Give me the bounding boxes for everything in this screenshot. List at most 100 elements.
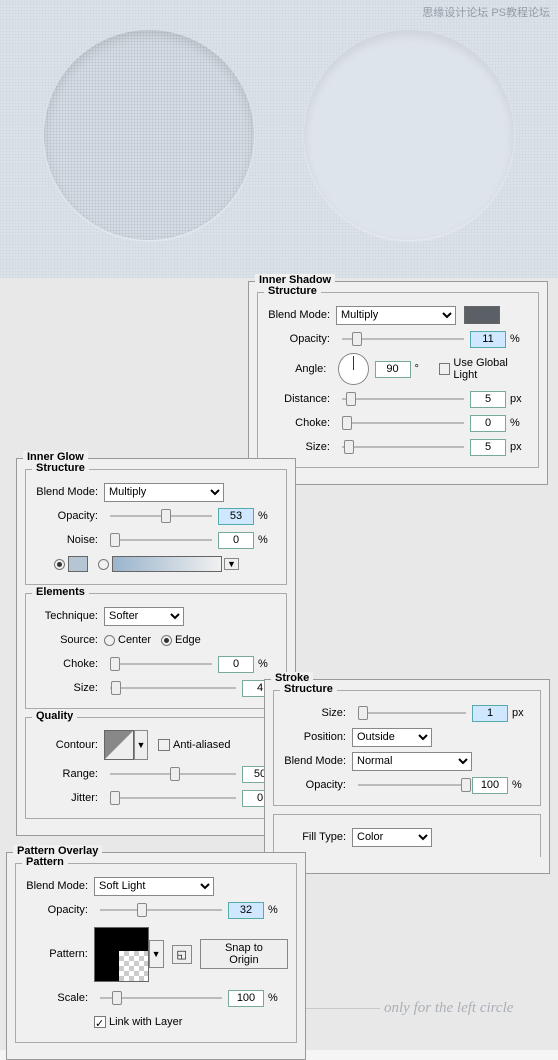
angle-input[interactable] (375, 361, 411, 378)
size-input[interactable] (472, 705, 508, 722)
size-slider[interactable] (358, 704, 466, 722)
opacity-slider[interactable] (110, 507, 212, 525)
inner-glow-quality: Quality Contour: ▼ Anti-aliased Range: J… (25, 717, 287, 819)
opacity-input[interactable] (218, 508, 254, 525)
inner-glow-panel: Inner Glow Structure Blend Mode: Multipl… (16, 458, 296, 836)
opacity-label: Opacity: (282, 779, 352, 791)
distance-label: Distance: (266, 393, 336, 405)
new-preset-button[interactable]: ◱ (172, 945, 192, 964)
color-swatch[interactable] (68, 556, 88, 572)
circle-left (44, 30, 254, 240)
size-slider[interactable] (110, 679, 236, 697)
pattern-overlay-pattern: Pattern Blend Mode: Soft Light Opacity: … (15, 863, 297, 1043)
distance-input[interactable] (470, 391, 506, 408)
scale-label: Scale: (24, 992, 94, 1004)
range-slider[interactable] (110, 765, 236, 783)
blend-mode-select[interactable]: Multiply (104, 483, 224, 502)
opacity-input[interactable] (470, 331, 506, 348)
opacity-slider[interactable] (342, 330, 464, 348)
pattern-label: Pattern: (24, 948, 94, 960)
lower-area: Inner Shadow Structure Blend Mode: Multi… (0, 278, 558, 1050)
gradient-radio[interactable] (98, 559, 109, 570)
gradient-picker[interactable] (112, 556, 222, 572)
angle-label: Angle: (266, 363, 332, 375)
jitter-slider[interactable] (110, 789, 236, 807)
size-label: Size: (34, 682, 104, 694)
stroke-panel: Stroke Structure Size: px Position: Outs… (264, 679, 550, 874)
inner-shadow-panel: Inner Shadow Structure Blend Mode: Multi… (248, 281, 548, 485)
chevron-down-icon[interactable]: ▼ (224, 558, 239, 570)
opacity-input[interactable] (472, 777, 508, 794)
chevron-down-icon[interactable]: ▼ (149, 940, 164, 968)
size-slider[interactable] (342, 438, 464, 456)
callout-line (306, 1008, 380, 1009)
source-label: Source: (34, 634, 104, 646)
filltype-select[interactable]: Color (352, 828, 432, 847)
choke-input[interactable] (470, 415, 506, 432)
opacity-slider[interactable] (100, 901, 222, 919)
fieldset-title: Quality (32, 710, 77, 722)
opacity-input[interactable] (228, 902, 264, 919)
preview-area: 思缘设计论坛 PS教程论坛 (0, 0, 558, 278)
opacity-label: Opacity: (266, 333, 336, 345)
jitter-label: Jitter: (34, 792, 104, 804)
blend-mode-select[interactable]: Multiply (336, 306, 456, 325)
color-radio[interactable] (54, 559, 65, 570)
blend-mode-select[interactable]: Normal (352, 752, 472, 771)
filltype-label: Fill Type: (282, 831, 352, 843)
fieldset-title: Structure (32, 462, 89, 474)
distance-slider[interactable] (342, 390, 464, 408)
contour-picker[interactable] (104, 730, 134, 760)
technique-label: Technique: (34, 610, 104, 622)
px: px (510, 441, 530, 453)
source-edge-radio[interactable] (161, 635, 172, 646)
stroke-structure: Structure Size: px Position: Outside Ble… (273, 690, 541, 806)
fieldset-title: Structure (280, 683, 337, 695)
pattern-picker[interactable] (94, 927, 149, 982)
blend-mode-label: Blend Mode: (282, 755, 352, 767)
blend-mode-label: Blend Mode: (24, 880, 94, 892)
scale-slider[interactable] (100, 989, 222, 1007)
choke-slider[interactable] (342, 414, 464, 432)
deg: ° (415, 363, 434, 375)
choke-slider[interactable] (110, 655, 212, 673)
antialiased-label: Anti-aliased (173, 739, 230, 751)
fieldset-title: Elements (32, 586, 89, 598)
link-layer-checkbox[interactable]: ✓ (94, 1016, 106, 1028)
noise-label: Noise: (34, 534, 104, 546)
choke-label: Choke: (266, 417, 336, 429)
watermark: 思缘设计论坛 PS教程论坛 (422, 4, 550, 20)
size-label: Size: (282, 707, 352, 719)
noise-input[interactable] (218, 532, 254, 549)
blend-mode-label: Blend Mode: (34, 486, 104, 498)
global-light-checkbox[interactable] (439, 363, 450, 375)
size-input[interactable] (470, 439, 506, 456)
range-label: Range: (34, 768, 104, 780)
noise-slider[interactable] (110, 531, 212, 549)
stroke-fill: Fill Type: Color (273, 814, 541, 857)
px: px (510, 393, 530, 405)
opacity-slider[interactable] (358, 776, 466, 794)
opacity-label: Opacity: (24, 904, 94, 916)
choke-input[interactable] (218, 656, 254, 673)
source-center-radio[interactable] (104, 635, 115, 646)
fieldset-title: Pattern (22, 856, 68, 868)
position-label: Position: (282, 731, 352, 743)
color-swatch[interactable] (464, 306, 500, 324)
technique-select[interactable]: Softer (104, 607, 184, 626)
scale-input[interactable] (228, 990, 264, 1007)
position-select[interactable]: Outside (352, 728, 432, 747)
contour-label: Contour: (34, 739, 104, 751)
size-label: Size: (266, 441, 336, 453)
circle-right (304, 30, 514, 240)
snap-origin-button[interactable]: Snap to Origin (200, 939, 288, 969)
angle-dial[interactable] (338, 353, 368, 385)
note-text: only for the left circle (384, 1000, 513, 1017)
antialiased-checkbox[interactable] (158, 739, 170, 751)
inner-glow-structure: Structure Blend Mode: Multiply Opacity: … (25, 469, 287, 585)
blend-mode-label: Blend Mode: (266, 309, 336, 321)
pattern-overlay-panel: Pattern Overlay Pattern Blend Mode: Soft… (6, 852, 306, 1060)
chevron-down-icon[interactable]: ▼ (134, 730, 148, 760)
fieldset-title: Structure (264, 285, 321, 297)
blend-mode-select[interactable]: Soft Light (94, 877, 214, 896)
